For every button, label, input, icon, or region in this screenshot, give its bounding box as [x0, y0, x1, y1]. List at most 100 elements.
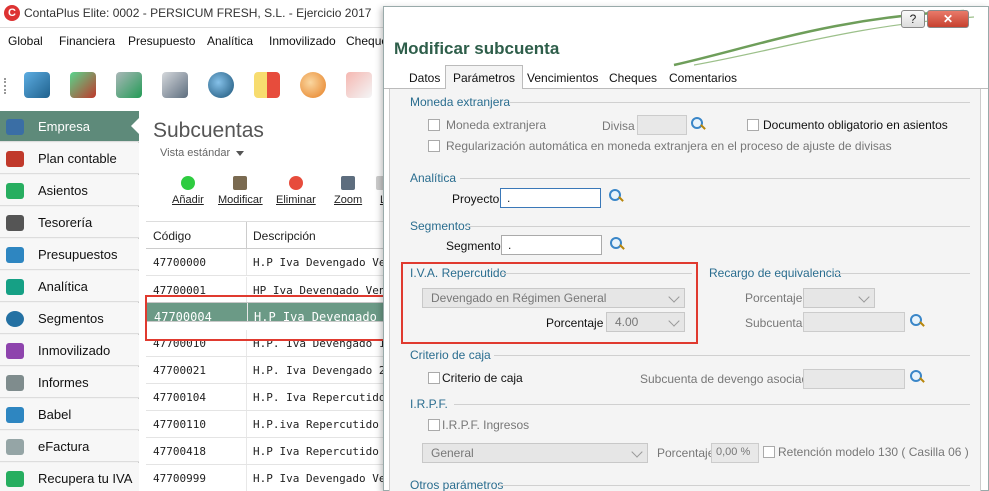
highlight-box-row — [145, 295, 395, 341]
gear-user-icon[interactable] — [116, 72, 142, 98]
irpf-tipo-select[interactable]: General — [422, 443, 648, 463]
bank-icon[interactable] — [162, 72, 188, 98]
stack-icon[interactable] — [70, 72, 96, 98]
sidebar-item-tesoreria[interactable]: Tesorería — [0, 207, 139, 238]
table-row[interactable]: 47700999 H.P Iva Devengado Ven — [146, 465, 386, 491]
report-icon — [6, 375, 24, 391]
search-icon[interactable] — [690, 116, 706, 132]
sidebar-item-label: Recupera tu IVA — [38, 471, 133, 486]
search-icon[interactable] — [609, 236, 625, 252]
help-button[interactable]: ? — [901, 10, 925, 28]
view-selector[interactable]: Vista estándar — [160, 147, 245, 159]
menu-cheque[interactable]: Cheque — [346, 34, 388, 48]
sidebar-item-empresa[interactable]: Empresa — [0, 111, 140, 142]
edit-button[interactable]: Modificar — [218, 176, 263, 206]
chevron-down-icon — [631, 446, 643, 458]
column-divider — [246, 465, 247, 491]
books-icon — [6, 183, 24, 199]
irpf-porcentaje-label: Porcentaje — [657, 446, 715, 460]
criterio-caja-checkbox[interactable] — [428, 372, 440, 384]
divisa-label: Divisa — [602, 119, 635, 133]
documento-obligatorio-checkbox[interactable] — [747, 119, 759, 131]
desc-cell: H.P Iva Repercutido 18 — [253, 445, 386, 458]
column-header-codigo[interactable]: Código — [153, 229, 191, 243]
moneda-extranjera-checkbox[interactable] — [428, 119, 440, 131]
sidebar-item-babel[interactable]: Babel — [0, 399, 139, 430]
table-row[interactable]: 47700000 H.P Iva Devengado Ven — [146, 249, 386, 276]
edit-icon — [233, 176, 248, 190]
search-icon[interactable] — [608, 188, 624, 204]
criterio-caja-label: Criterio de caja — [442, 371, 523, 385]
modify-subaccount-dialog: ? ✕ Modificar subcuenta Datos Parámetros… — [383, 6, 989, 491]
menu-presupuesto[interactable]: Presupuesto — [128, 34, 195, 48]
sidebar-item-plan-contable[interactable]: Plan contable — [0, 143, 139, 174]
check-circle-icon[interactable] — [300, 72, 326, 98]
sidebar-item-presupuestos[interactable]: Presupuestos — [0, 239, 139, 270]
tab-parametros[interactable]: Parámetros — [445, 65, 524, 90]
tags-icon[interactable] — [254, 72, 280, 98]
irpf-ingresos-checkbox[interactable] — [428, 419, 440, 431]
column-divider — [246, 249, 247, 275]
table-row[interactable]: 47700104 H.P. Iva Repercutido 4% — [146, 384, 386, 411]
globe-icon[interactable] — [208, 72, 234, 98]
subcuenta-devengo-field[interactable] — [803, 369, 905, 389]
sidebar-item-analitica[interactable]: Analítica — [0, 271, 139, 302]
sidebar-item-recupera-iva[interactable]: Recupera tu IVA — [0, 463, 139, 491]
desc-cell: H.P. Iva Repercutido 4% — [253, 391, 386, 404]
sidebar-item-label: Asientos — [38, 183, 88, 198]
sidebar-item-label: Segmentos — [38, 311, 104, 326]
subcuenta-recargo-field[interactable] — [803, 312, 905, 332]
code-cell: 47700110 — [153, 418, 206, 431]
proyecto-label: Proyecto — [452, 192, 500, 206]
regularizacion-label: Regularización automática en moneda extr… — [446, 139, 892, 153]
zoom-icon — [341, 176, 356, 190]
dialog-title: Modificar subcuenta — [394, 39, 560, 58]
zoom-button[interactable]: Zoom — [334, 176, 362, 206]
table-row[interactable]: 47700021 H.P. Iva Devengado 21 — [146, 357, 386, 384]
sidebar-item-label: Informes — [38, 375, 89, 390]
divisa-field[interactable] — [637, 115, 687, 135]
menu-global[interactable]: Global — [8, 34, 43, 48]
zoom-button-label: Zoom — [334, 194, 363, 206]
close-button[interactable]: ✕ — [927, 10, 969, 28]
menu-analitica[interactable]: Analítica — [207, 34, 253, 48]
tab-datos[interactable]: Datos — [409, 71, 440, 85]
tab-cheques[interactable]: Cheques — [609, 71, 657, 85]
section-divider — [498, 485, 970, 486]
search-icon[interactable] — [909, 369, 925, 385]
building-icon — [6, 119, 24, 135]
retencion-modelo-checkbox[interactable] — [763, 446, 775, 458]
regularizacion-checkbox[interactable] — [428, 140, 440, 152]
sidebar-item-label: Analítica — [38, 279, 88, 294]
porcentaje-recargo-select[interactable] — [803, 288, 875, 308]
pdf-icon[interactable] — [346, 72, 372, 98]
sidebar-item-informes[interactable]: Informes — [0, 367, 139, 398]
sidebar-item-asientos[interactable]: Asientos — [0, 175, 139, 206]
table-row[interactable]: 47700418 H.P Iva Repercutido 18 — [146, 438, 386, 465]
invoice-icon — [6, 439, 24, 455]
toolbar-grip[interactable] — [4, 78, 7, 94]
coins-icon — [6, 247, 24, 263]
section-divider — [834, 273, 970, 274]
section-segmentos: Segmentos — [410, 219, 471, 233]
column-header-descripcion[interactable]: Descripción — [253, 229, 316, 243]
menu-inmovilizado[interactable]: Inmovilizado — [269, 34, 336, 48]
sidebar-item-efactura[interactable]: eFactura — [0, 431, 139, 462]
tab-comentarios[interactable]: Comentarios — [669, 71, 737, 85]
proyecto-field[interactable]: . — [500, 188, 601, 208]
desc-cell: H.P.iva Repercutido 10% — [253, 418, 386, 431]
sidebar-item-label: Presupuestos — [38, 247, 118, 262]
cubes-icon[interactable] — [24, 72, 50, 98]
irpf-porcentaje-field[interactable]: 0,00 % — [711, 443, 759, 463]
table-row[interactable]: 47700110 H.P.iva Repercutido 10% — [146, 411, 386, 438]
menu-financiera[interactable]: Financiera — [59, 34, 115, 48]
sidebar-item-inmovilizado[interactable]: Inmovilizado — [0, 335, 139, 366]
sidebar-item-segmentos[interactable]: Segmentos — [0, 303, 139, 334]
code-cell: 47700104 — [153, 391, 206, 404]
add-button[interactable]: Añadir — [172, 176, 204, 206]
search-icon[interactable] — [909, 313, 925, 329]
tab-vencimientos[interactable]: Vencimientos — [527, 71, 598, 85]
column-divider — [246, 411, 247, 437]
segmento-field[interactable]: . — [501, 235, 602, 255]
delete-button[interactable]: Eliminar — [276, 176, 316, 206]
